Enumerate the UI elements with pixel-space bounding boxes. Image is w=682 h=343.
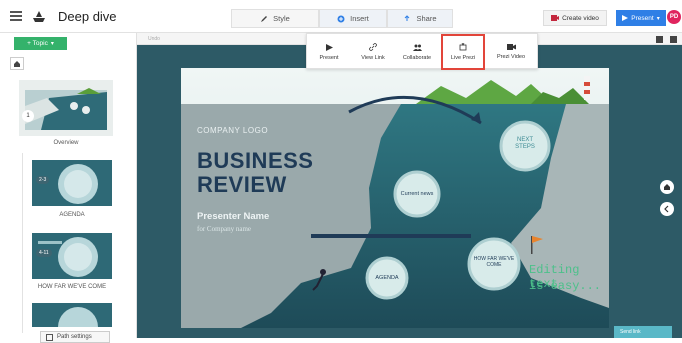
overview-thumbnail[interactable]: 1 bbox=[19, 80, 113, 136]
presenter-name: Presenter Name bbox=[197, 211, 270, 222]
play-icon bbox=[325, 43, 333, 51]
tab-insert[interactable]: Insert bbox=[319, 9, 387, 28]
path-settings-button[interactable]: Path settings bbox=[40, 331, 110, 343]
share-view-link-label: View Link bbox=[361, 55, 385, 61]
share-prezi-video[interactable]: Prezi Video bbox=[489, 34, 533, 70]
hamburger-icon[interactable] bbox=[10, 11, 22, 21]
add-topic-button[interactable]: + Topic ▾ bbox=[14, 37, 67, 50]
slide-title-line1: BUSINESS bbox=[197, 148, 314, 173]
share-collaborate[interactable]: Collaborate bbox=[395, 34, 439, 70]
tab-style-label: Style bbox=[273, 14, 290, 23]
share-view-link[interactable]: View Link bbox=[351, 34, 395, 70]
path-settings-label: Path settings bbox=[57, 334, 92, 340]
next-thumbnail[interactable] bbox=[32, 303, 112, 327]
company-name: for Company name bbox=[197, 225, 252, 233]
home-button[interactable] bbox=[10, 57, 24, 70]
how-far-range: 4-11 bbox=[36, 249, 52, 257]
undo-button[interactable]: Undo bbox=[148, 36, 160, 42]
video-camera-icon bbox=[506, 44, 516, 50]
present-button[interactable]: Present ▾ bbox=[616, 10, 666, 26]
back-arrow-icon bbox=[664, 205, 669, 213]
pencil-icon bbox=[261, 15, 268, 22]
tab-insert-label: Insert bbox=[350, 14, 369, 23]
note-line2: is easy... bbox=[529, 279, 602, 293]
how-far-thumbnail[interactable]: 4-11 bbox=[32, 233, 112, 279]
sidebar: + Topic ▾ 1 Overview 2-3 AGENDA 4-11 HOW… bbox=[0, 33, 137, 343]
agenda-text[interactable]: AGENDA bbox=[369, 275, 405, 281]
broadcast-icon bbox=[459, 43, 467, 51]
avatar[interactable]: PD bbox=[667, 10, 681, 24]
share-live-prezi-label: Live Prezi bbox=[450, 55, 476, 61]
tab-share[interactable]: Share bbox=[387, 9, 453, 28]
ship-icon bbox=[33, 11, 45, 22]
top-bar: Deep dive Style Insert Share Create vide… bbox=[0, 0, 682, 33]
chevron-down-icon: ▾ bbox=[50, 41, 54, 47]
chat-icon[interactable] bbox=[670, 36, 677, 43]
share-prezi-video-label: Prezi Video bbox=[496, 54, 526, 60]
home-icon bbox=[14, 60, 20, 67]
agenda-range: 2-3 bbox=[36, 176, 50, 184]
comment-icon[interactable] bbox=[656, 36, 663, 43]
people-icon bbox=[412, 44, 422, 51]
next-preview bbox=[58, 307, 98, 327]
corner-button[interactable]: Send link bbox=[614, 326, 672, 338]
agenda-label: AGENDA bbox=[59, 212, 85, 218]
slide-title-line2: REVIEW bbox=[197, 172, 287, 197]
tab-share-label: Share bbox=[416, 14, 437, 23]
current-news-text[interactable]: Current news bbox=[393, 191, 441, 197]
link-icon bbox=[369, 43, 377, 51]
overview-label: Overview bbox=[53, 140, 79, 146]
share-present-label: Present bbox=[319, 54, 339, 61]
share-live-prezi[interactable]: Live Prezi bbox=[441, 34, 485, 70]
home-nav-button[interactable] bbox=[660, 180, 674, 194]
add-topic-label: + Topic bbox=[27, 40, 48, 47]
plus-circle-icon bbox=[337, 15, 345, 22]
slide[interactable]: COMPANY LOGO BUSINESS REVIEW Presenter N… bbox=[181, 68, 609, 328]
chevron-down-icon[interactable]: ▾ bbox=[657, 15, 660, 22]
share-icon bbox=[405, 14, 410, 21]
create-video-button[interactable]: Create video bbox=[543, 10, 607, 26]
path-icon bbox=[46, 333, 53, 341]
present-button-label: Present bbox=[631, 14, 654, 22]
how-far-label: HOW FAR WE'VE COME bbox=[37, 284, 107, 290]
slide-number-badge: 1 bbox=[22, 110, 34, 122]
corner-button-label: Send link bbox=[620, 329, 641, 335]
how-far-text[interactable]: HOW FAR WE'VE COME bbox=[472, 256, 516, 268]
next-steps-text[interactable]: NEXT STEPS bbox=[507, 137, 543, 151]
share-present[interactable]: Present bbox=[307, 34, 351, 70]
overview-preview bbox=[19, 80, 113, 136]
create-video-label: Create video bbox=[562, 14, 599, 22]
tree-line bbox=[22, 153, 23, 333]
share-collaborate-label: Collaborate bbox=[402, 54, 432, 61]
play-icon bbox=[622, 15, 629, 21]
company-logo-text: COMPANY LOGO bbox=[197, 126, 269, 135]
back-nav-button[interactable] bbox=[660, 202, 674, 216]
presentation-title[interactable]: Deep dive bbox=[58, 9, 117, 24]
share-menu: Present View Link Collaborate Live Prezi… bbox=[306, 33, 538, 70]
home-icon bbox=[664, 184, 670, 190]
tab-style[interactable]: Style bbox=[231, 9, 319, 28]
agenda-thumbnail[interactable]: 2-3 bbox=[32, 160, 112, 206]
video-icon bbox=[551, 15, 560, 21]
